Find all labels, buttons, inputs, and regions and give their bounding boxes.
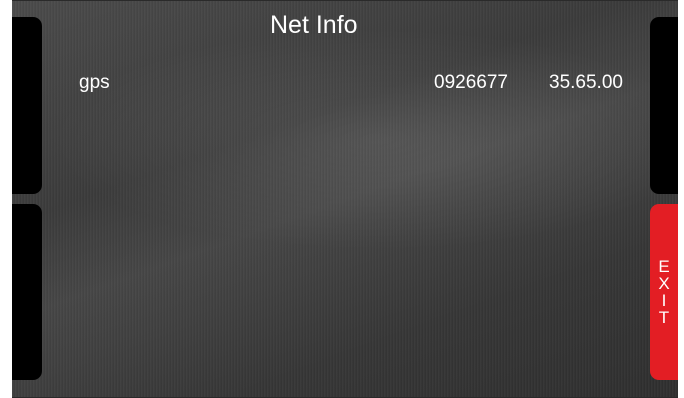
screen: Net Info gps 0926677 35.65.00 EXIT bbox=[12, 0, 678, 398]
node-name: gps bbox=[79, 72, 110, 93]
right-top-softkey[interactable] bbox=[650, 17, 678, 194]
exit-button[interactable]: EXIT bbox=[650, 204, 678, 380]
left-top-softkey[interactable] bbox=[12, 17, 42, 194]
left-bottom-softkey[interactable] bbox=[12, 204, 42, 380]
exit-button-label: EXIT bbox=[658, 257, 670, 327]
node-id: 0926677 bbox=[434, 72, 508, 93]
node-version: 35.65.00 bbox=[549, 72, 623, 93]
page-title: Net Info bbox=[270, 11, 358, 39]
